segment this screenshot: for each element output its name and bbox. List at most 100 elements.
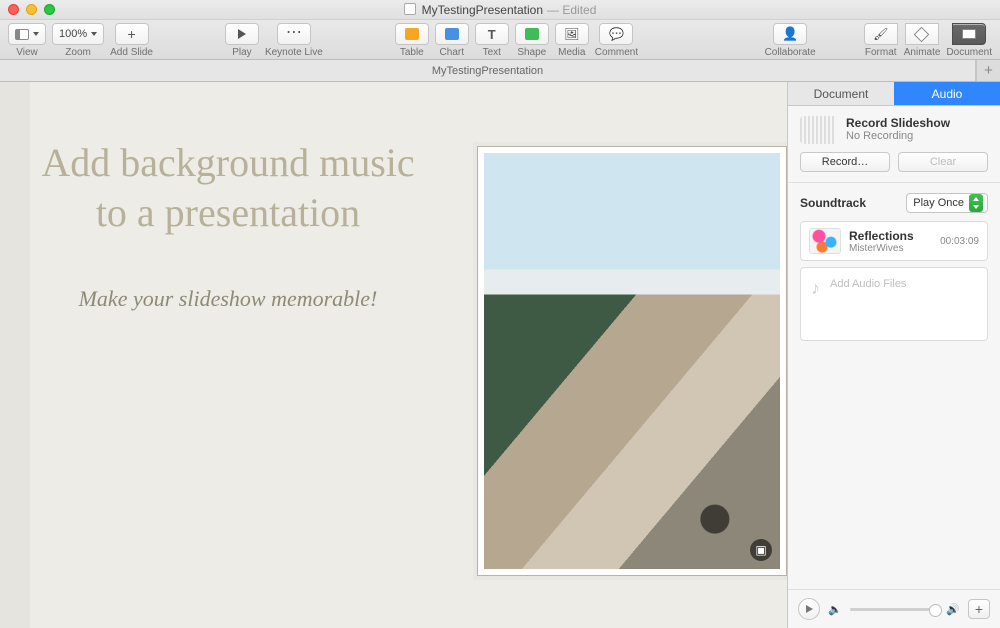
play-button[interactable] (225, 23, 259, 45)
document-button[interactable] (952, 23, 986, 45)
zoom-label: Zoom (65, 47, 91, 58)
image-replace-badge-icon[interactable]: ▣ (750, 539, 772, 561)
add-audio-dropzone[interactable]: Add Audio Files (800, 267, 988, 341)
soundtrack-track-row[interactable]: Reflections MisterWives 00:03:09 (800, 221, 988, 261)
inspector-tab-audio-label: Audio (932, 87, 963, 101)
title-document-name: MyTestingPresentation (422, 3, 543, 17)
view-label: View (16, 47, 38, 58)
music-note-icon (811, 278, 820, 299)
inspector-tab-audio[interactable]: Audio (894, 82, 1000, 106)
chart-label: Chart (440, 47, 464, 58)
text-button[interactable]: T (475, 23, 509, 45)
add-audio-button[interactable]: + (968, 599, 990, 619)
main-area: Add background music to a presentation M… (0, 82, 1000, 628)
title-edited-indicator: — Edited (547, 3, 596, 17)
table-icon (405, 28, 419, 40)
media-button[interactable] (555, 23, 589, 45)
slide-canvas: Add background music to a presentation M… (0, 82, 787, 628)
window-minimize-button[interactable] (26, 4, 37, 15)
soundtrack-mode-value: Play Once (913, 197, 964, 209)
select-stepper-icon (969, 194, 983, 212)
toolbar: View 100% Zoom Add Slide Play Keynote Li… (0, 20, 1000, 60)
add-audio-hint: Add Audio Files (830, 278, 906, 290)
chevron-down-icon (91, 32, 97, 36)
soundtrack-mode-select[interactable]: Play Once (906, 193, 988, 213)
shape-label: Shape (517, 47, 546, 58)
document-tab-label: MyTestingPresentation (432, 65, 543, 77)
track-artist: MisterWives (849, 243, 914, 254)
inspector-tab-document[interactable]: Document (788, 82, 894, 106)
slide-title[interactable]: Add background music to a presentation (28, 138, 428, 238)
volume-low-icon (828, 602, 842, 616)
table-label: Table (400, 47, 424, 58)
inspector-tab-document-label: Document (814, 87, 869, 101)
record-slideshow-title: Record Slideshow (846, 116, 950, 130)
collaborate-button[interactable] (773, 23, 807, 45)
slide-subtitle[interactable]: Make your slideshow memorable! (28, 286, 428, 312)
new-tab-button[interactable]: + (976, 60, 1000, 81)
play-icon (238, 29, 246, 39)
media-icon (564, 27, 579, 41)
zoom-selector[interactable]: 100% (52, 23, 104, 45)
slide-image-frame[interactable]: ▣ (477, 146, 787, 576)
comment-button[interactable] (599, 23, 633, 45)
keynote-live-label: Keynote Live (265, 47, 323, 58)
track-artwork-icon (809, 228, 841, 254)
volume-high-icon (946, 602, 960, 616)
document-label: Document (946, 47, 992, 58)
soundtrack-player: + (788, 589, 1000, 628)
format-label: Format (865, 47, 897, 58)
track-title: Reflections (849, 229, 914, 243)
zoom-value: 100% (59, 28, 87, 40)
chevron-down-icon (33, 32, 39, 36)
comment-icon (609, 27, 624, 41)
inspector-tabs: Document Audio (788, 82, 1000, 106)
soundtrack-play-button[interactable] (798, 598, 820, 620)
waveform-icon (800, 116, 836, 144)
play-label: Play (232, 47, 251, 58)
text-label: Text (483, 47, 501, 58)
volume-slider[interactable] (850, 608, 939, 611)
soundtrack-section: Soundtrack Play Once Reflections MisterW… (788, 183, 1000, 589)
collaborate-label: Collaborate (765, 47, 816, 58)
add-slide-button[interactable] (115, 23, 149, 45)
clear-recording-button: Clear (898, 152, 988, 172)
document-tab-strip: MyTestingPresentation + (0, 60, 1000, 82)
broadcast-icon (286, 28, 302, 40)
record-slideshow-section: Record Slideshow No Recording Record… Cl… (788, 106, 1000, 183)
window-close-button[interactable] (8, 4, 19, 15)
animate-label: Animate (904, 47, 941, 58)
title-bar: MyTestingPresentation — Edited (0, 0, 1000, 20)
record-button[interactable]: Record… (800, 152, 890, 172)
animate-button[interactable] (905, 23, 939, 45)
track-duration: 00:03:09 (940, 236, 979, 247)
shape-button[interactable] (515, 23, 549, 45)
view-icon (15, 29, 29, 40)
window-zoom-button[interactable] (44, 4, 55, 15)
title-document-icon (404, 3, 416, 15)
add-slide-label: Add Slide (110, 47, 153, 58)
keynote-live-button[interactable] (277, 23, 311, 45)
text-icon: T (488, 27, 496, 42)
document-icon (962, 29, 976, 39)
record-button-label: Record… (822, 156, 868, 168)
slide-image: ▣ (484, 153, 780, 569)
view-button[interactable] (8, 23, 46, 45)
record-slideshow-status: No Recording (846, 130, 950, 142)
plus-icon (127, 26, 135, 42)
play-icon (806, 605, 813, 613)
media-label: Media (558, 47, 585, 58)
window-traffic-lights (8, 4, 55, 15)
inspector-panel: Document Audio Record Slideshow No Recor… (787, 82, 1000, 628)
shape-icon (525, 28, 539, 40)
chart-icon (445, 28, 459, 40)
chart-button[interactable] (435, 23, 469, 45)
document-tab[interactable]: MyTestingPresentation (0, 60, 976, 81)
slide-canvas-area[interactable]: Add background music to a presentation M… (0, 82, 787, 628)
table-button[interactable] (395, 23, 429, 45)
comment-label: Comment (595, 47, 638, 58)
clear-recording-label: Clear (930, 156, 956, 168)
animate-icon (914, 26, 930, 42)
format-button[interactable] (864, 23, 898, 45)
collaborate-icon (782, 26, 798, 42)
